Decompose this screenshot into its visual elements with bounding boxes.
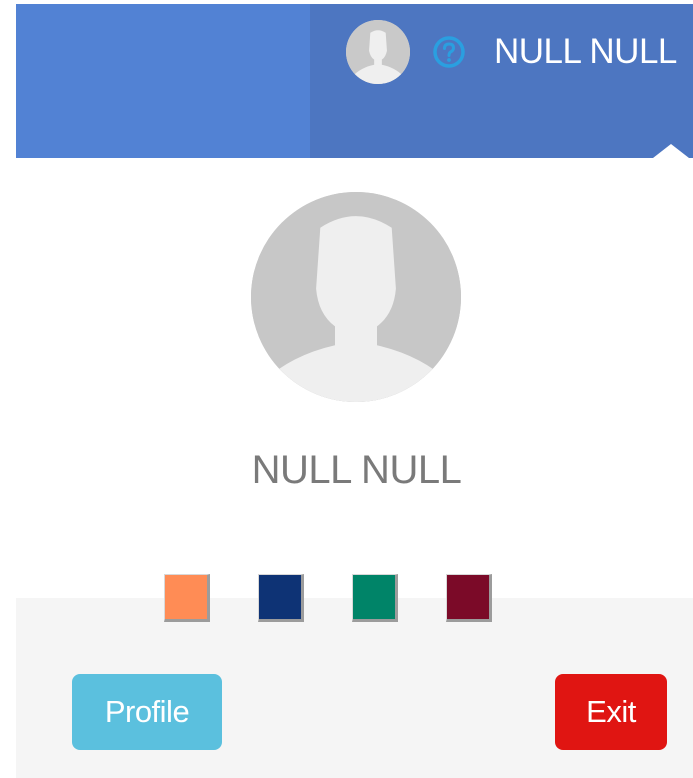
- theme-color-picker: [164, 574, 492, 622]
- help-circle-icon[interactable]: [432, 35, 466, 69]
- top-navbar: NULL NULL: [16, 4, 693, 158]
- theme-swatch-teal[interactable]: [352, 574, 398, 622]
- theme-swatch-orange[interactable]: [164, 574, 210, 622]
- exit-button[interactable]: Exit: [555, 674, 667, 750]
- profile-button[interactable]: Profile: [72, 674, 222, 750]
- user-avatar-icon[interactable]: [346, 20, 410, 84]
- dropdown-username: NULL NULL: [251, 448, 462, 492]
- user-avatar-icon: [251, 192, 461, 402]
- user-menu-toggle[interactable]: NULL NULL: [346, 20, 677, 84]
- navbar-username[interactable]: NULL NULL: [494, 32, 677, 72]
- dropdown-caret: [653, 144, 689, 158]
- user-menu-screen: NULL NULL NULL NULL Profile Exit: [0, 0, 693, 778]
- navbar-left-section: [16, 4, 310, 158]
- theme-swatch-navy[interactable]: [258, 574, 304, 622]
- theme-swatch-maroon[interactable]: [446, 574, 492, 622]
- user-dropdown-panel: NULL NULL Profile Exit: [16, 158, 693, 778]
- navbar-user-section: NULL NULL: [310, 4, 693, 158]
